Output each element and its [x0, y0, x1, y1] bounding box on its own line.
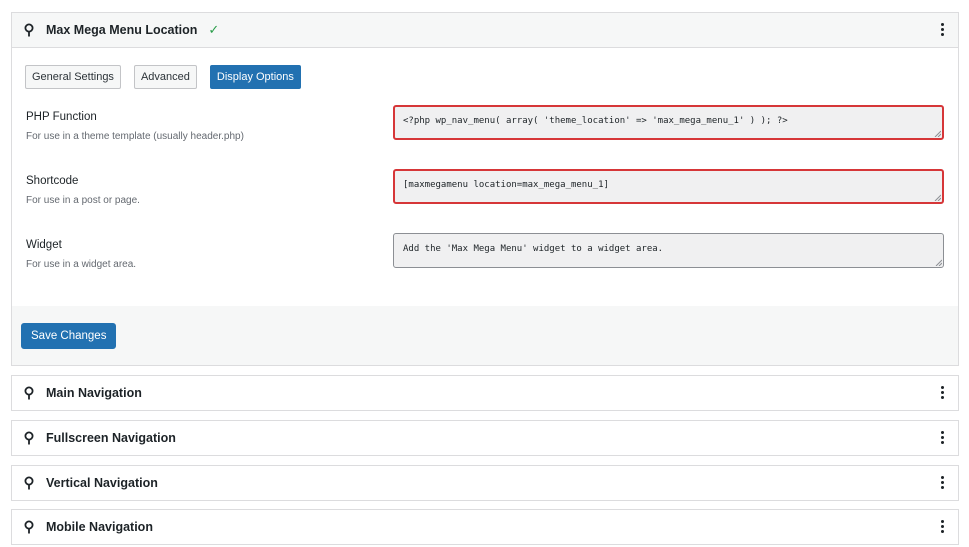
php-function-description: For use in a theme template (usually hea… [26, 131, 244, 142]
shortcode-field[interactable]: [maxmegamenu location=max_mega_menu_1] [393, 169, 944, 204]
more-vertical-icon[interactable] [940, 476, 944, 490]
shortcode-value: [maxmegamenu location=max_mega_menu_1] [403, 180, 609, 190]
panel-title: Main Navigation [46, 386, 142, 400]
widget-description: For use in a widget area. [26, 259, 137, 270]
location-panel-header[interactable]: Vertical Navigation [12, 466, 958, 500]
tab-general-settings[interactable]: General Settings [25, 65, 121, 89]
check-icon: ✓ [208, 22, 220, 37]
resize-handle-icon[interactable] [934, 194, 941, 201]
panel-title: Fullscreen Navigation [46, 431, 176, 445]
widget-label: Widget [26, 239, 62, 251]
tab-advanced[interactable]: Advanced [133, 65, 197, 89]
location-panel-header[interactable]: Main Navigation [12, 376, 958, 410]
location-panel-header[interactable]: Max Mega Menu Location ✓ [12, 13, 958, 48]
shortcode-label: Shortcode [26, 175, 79, 187]
widget-field[interactable]: Add the 'Max Mega Menu' widget to a widg… [393, 233, 944, 268]
location-panel-vertical-navigation[interactable]: Vertical Navigation [11, 465, 959, 501]
location-panel-header[interactable]: Mobile Navigation [12, 510, 958, 544]
panel-title: Vertical Navigation [46, 476, 158, 490]
shortcode-description: For use in a post or page. [26, 195, 140, 206]
save-changes-button[interactable]: Save Changes [21, 323, 117, 349]
location-panel-main-navigation[interactable]: Main Navigation [11, 375, 959, 411]
map-pin-icon [24, 431, 34, 445]
panel-title: Mobile Navigation [46, 520, 153, 534]
widget-value: Add the 'Max Mega Menu' widget to a widg… [403, 244, 664, 254]
php-function-label: PHP Function [26, 111, 97, 123]
tab-display-options[interactable]: Display Options [209, 65, 301, 89]
more-vertical-icon[interactable] [940, 520, 944, 534]
php-function-field[interactable]: <?php wp_nav_menu( array( 'theme_locatio… [393, 105, 944, 140]
panel-footer: Save Changes [12, 306, 958, 365]
location-panel-mobile-navigation[interactable]: Mobile Navigation [11, 509, 959, 545]
more-vertical-icon[interactable] [940, 23, 944, 37]
resize-handle-icon[interactable] [934, 130, 941, 137]
more-vertical-icon[interactable] [940, 386, 944, 400]
map-pin-icon [24, 520, 34, 534]
resize-handle-icon[interactable] [935, 259, 942, 266]
map-pin-icon [24, 23, 34, 37]
location-panel-fullscreen-navigation[interactable]: Fullscreen Navigation [11, 420, 959, 456]
panel-title: Max Mega Menu Location [46, 23, 198, 37]
location-panel-header[interactable]: Fullscreen Navigation [12, 421, 958, 455]
tab-bar: General Settings Advanced Display Option… [25, 65, 301, 89]
map-pin-icon [24, 386, 34, 400]
php-function-value: <?php wp_nav_menu( array( 'theme_locatio… [403, 116, 788, 126]
location-panel-max-mega-menu: Max Mega Menu Location ✓ General Setting… [11, 12, 959, 366]
map-pin-icon [24, 476, 34, 490]
more-vertical-icon[interactable] [940, 431, 944, 445]
